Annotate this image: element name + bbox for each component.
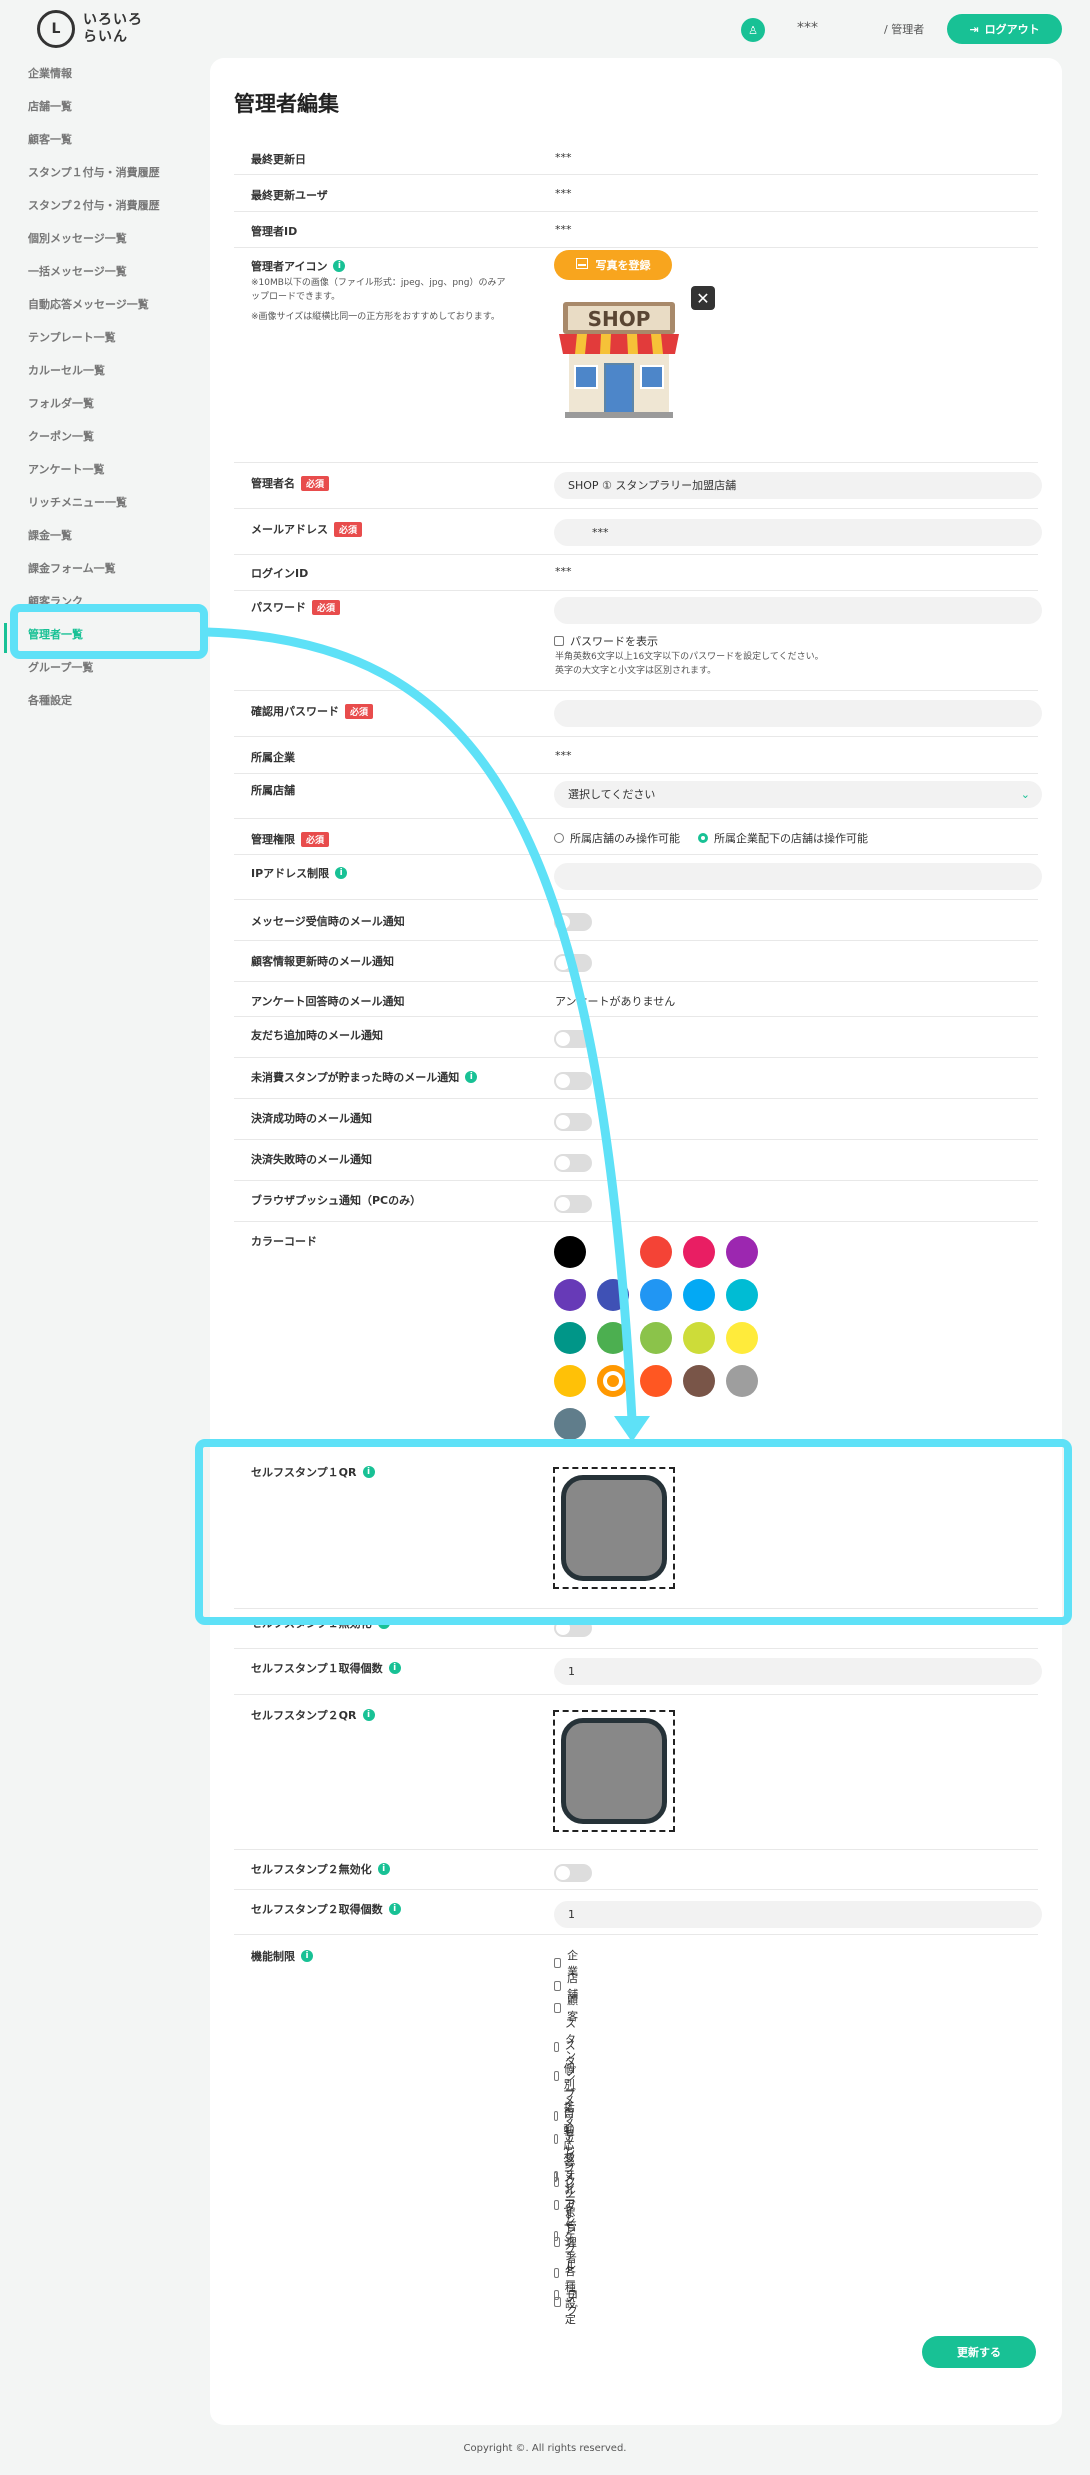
annotation-arrow bbox=[205, 627, 650, 1442]
